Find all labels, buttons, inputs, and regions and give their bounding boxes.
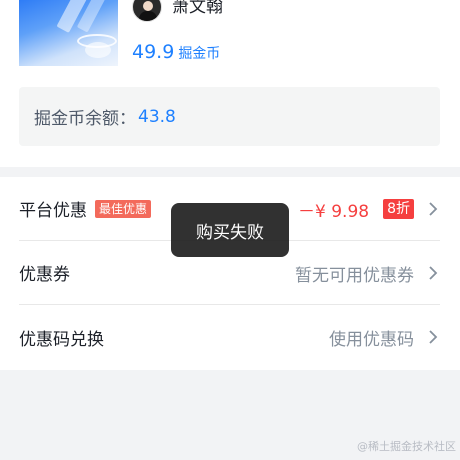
discount-rate-tag: 8折	[383, 199, 414, 219]
best-discount-badge: 最佳优惠	[95, 199, 152, 218]
price-value: 49.9	[132, 41, 175, 63]
promo-code-row[interactable]: 优惠码兑换 使用优惠码	[19, 305, 440, 369]
balance-value: 43.8	[138, 106, 176, 127]
course-price: 49.9 掘金币	[132, 40, 220, 66]
promo-code-title: 优惠码兑换	[19, 329, 104, 350]
balance-label: 掘金币余额：	[34, 109, 136, 129]
chevron-right-icon	[429, 202, 438, 216]
chevron-right-icon	[429, 266, 438, 280]
watermark: @稀土掘金技术社区	[357, 440, 456, 453]
price-unit: 掘金币	[178, 46, 221, 62]
chevron-right-icon	[429, 330, 438, 344]
course-cover-image	[19, 0, 118, 66]
author-avatar	[132, 0, 162, 22]
platform-discount-title: 平台优惠	[19, 201, 87, 221]
course-summary-card: 萧文翰 49.9 掘金币 掘金币余额： 43.8	[0, 0, 460, 167]
coupon-title: 优惠券	[19, 265, 70, 285]
purchase-failed-toast: 购买失败	[171, 203, 289, 257]
promo-code-hint: 使用优惠码	[329, 329, 414, 350]
discount-amount: －¥ 9.98	[298, 201, 370, 222]
balance-box: 掘金币余额： 43.8	[19, 87, 440, 146]
author-name: 萧文翰	[172, 0, 223, 17]
coupon-hint: 暂无可用优惠券	[295, 265, 414, 286]
